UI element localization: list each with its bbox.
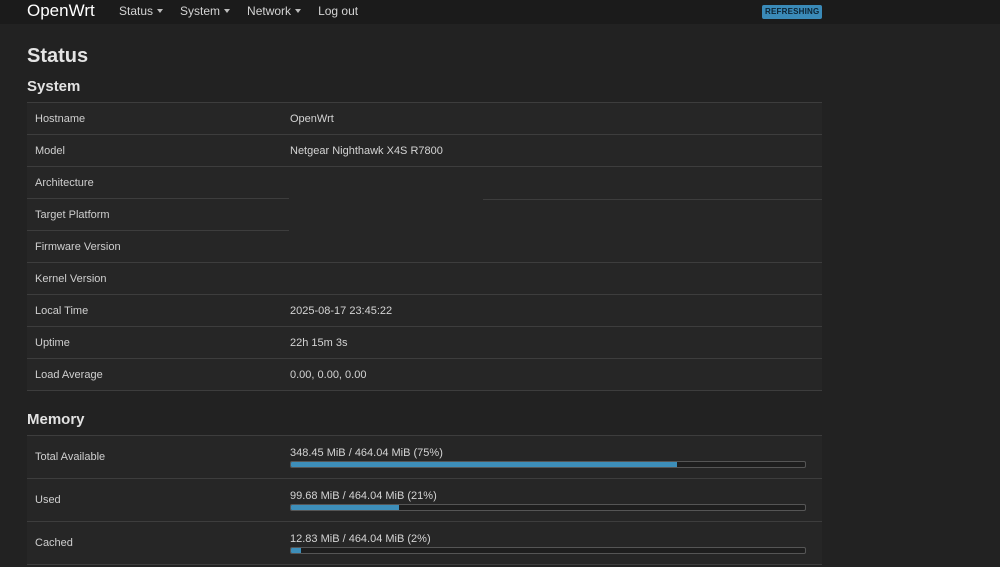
row-key: Model	[35, 144, 65, 157]
row-key: Kernel Version	[35, 272, 107, 285]
row-key: Architecture	[35, 177, 94, 189]
menu-status[interactable]: Status	[119, 4, 164, 18]
table-row: Local Time 2025-08-17 23:45:22	[27, 295, 822, 327]
row-key: Local Time	[35, 304, 89, 317]
row-key: Total Available	[35, 451, 106, 463]
table-row: Model Netgear Nighthawk X4S R7800	[27, 135, 822, 167]
memory-section-title: Memory	[27, 411, 85, 428]
table-row: Architecture	[27, 167, 822, 199]
menu-logout-label: Log out	[318, 4, 359, 18]
table-row: Uptime 22h 15m 3s	[27, 327, 822, 359]
row-value: 22h 15m 3s	[290, 336, 348, 349]
row-key: Firmware Version	[35, 240, 121, 253]
menu-status-label: Status	[119, 4, 154, 18]
system-table: Hostname OpenWrt Model Netgear Nighthawk…	[27, 102, 822, 391]
bar-label: 99.68 MiB / 464.04 MiB (21%)	[290, 489, 437, 502]
row-key: Hostname	[35, 112, 86, 125]
progress-bar-fill	[291, 547, 302, 553]
menu-network-label: Network	[247, 4, 292, 18]
progress-bar-fill	[291, 461, 677, 467]
progress-bar-fill	[291, 504, 399, 510]
menu-logout[interactable]: Log out	[318, 4, 358, 18]
table-row: Target Platform	[27, 199, 822, 231]
refreshing-badge[interactable]: REFRESHING	[762, 5, 823, 19]
chevron-down-icon	[224, 9, 231, 13]
row-key: Target Platform	[35, 209, 110, 221]
chevron-down-icon	[157, 9, 164, 13]
progress-bar	[290, 546, 806, 554]
progress-bar	[290, 503, 806, 511]
row-value: OpenWrt	[290, 112, 334, 125]
table-row: Firmware Version	[27, 231, 822, 263]
table-row: Hostname OpenWrt	[27, 103, 822, 135]
menu-system-label: System	[180, 4, 221, 18]
page-title: Status	[27, 45, 89, 67]
top-navbar: OpenWrt Status System Network Log out RE…	[0, 0, 1000, 24]
table-row: Load Average 0.00, 0.00, 0.00	[27, 359, 822, 391]
menu-network[interactable]: Network	[247, 4, 302, 18]
progress-bar	[290, 460, 806, 468]
row-value: 2025-08-17 23:45:22	[290, 304, 393, 317]
row-key: Used	[35, 494, 61, 506]
memory-total-available: 348.45 MiB / 464.04 MiB (75%)	[290, 447, 822, 468]
bar-label: 348.45 MiB / 464.04 MiB (75%)	[290, 446, 443, 459]
chevron-down-icon	[295, 9, 302, 13]
row-key: Cached	[35, 537, 73, 549]
memory-cached: 12.83 MiB / 464.04 MiB (2%)	[290, 533, 822, 554]
row-value: Netgear Nighthawk X4S R7800	[290, 144, 443, 157]
row-value: 0.00, 0.00, 0.00	[290, 368, 367, 381]
table-row: Total Available 348.45 MiB / 464.04 MiB …	[27, 436, 822, 479]
table-row: Cached 12.83 MiB / 464.04 MiB (2%)	[27, 522, 822, 565]
menu-system[interactable]: System	[180, 4, 231, 18]
memory-table: Total Available 348.45 MiB / 464.04 MiB …	[27, 435, 822, 565]
memory-used: 99.68 MiB / 464.04 MiB (21%)	[290, 490, 822, 511]
brand-logo[interactable]: OpenWrt	[27, 1, 95, 21]
bar-label: 12.83 MiB / 464.04 MiB (2%)	[290, 532, 431, 545]
row-key: Load Average	[35, 368, 103, 381]
main-menu: Status System Network Log out	[119, 4, 375, 18]
table-row: Used 99.68 MiB / 464.04 MiB (21%)	[27, 479, 822, 522]
row-key: Uptime	[35, 336, 70, 349]
table-row: Kernel Version	[27, 263, 822, 295]
system-section-title: System	[27, 78, 81, 95]
